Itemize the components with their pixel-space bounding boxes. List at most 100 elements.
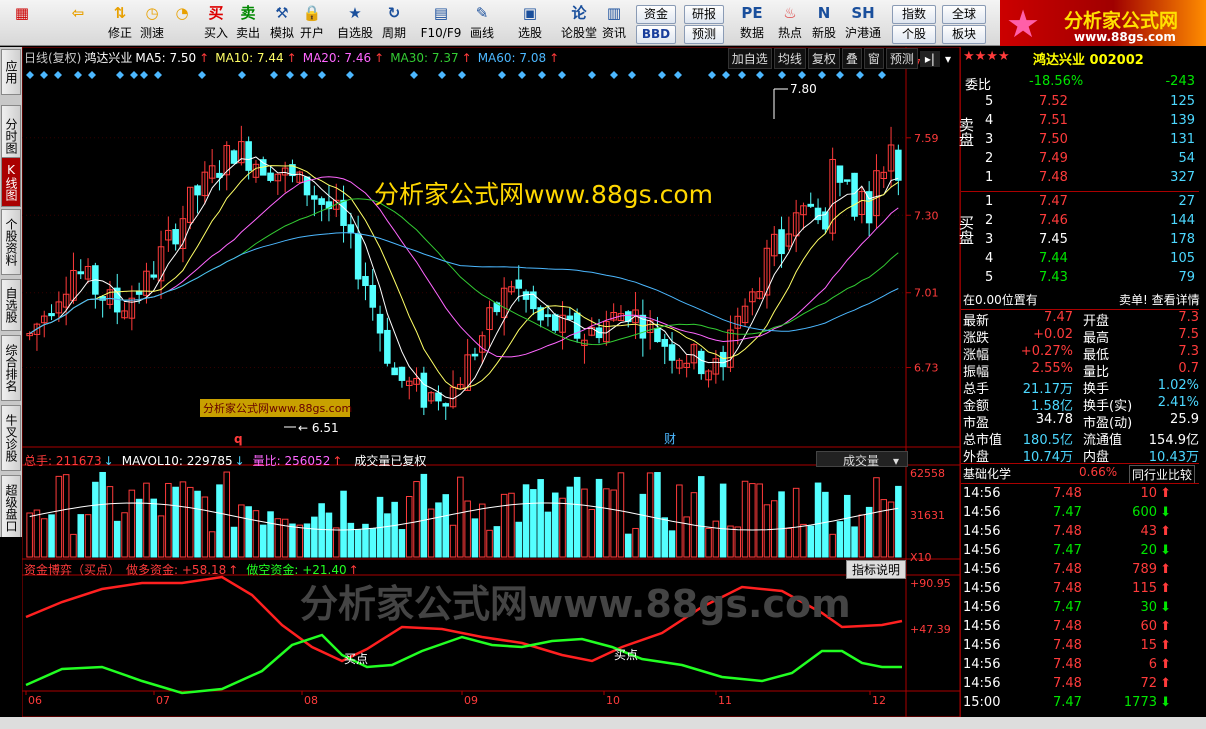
left-tab[interactable]: 应用: [1, 49, 21, 95]
toolbar-small-button[interactable]: 全球: [942, 5, 986, 24]
toolbar-button-label: 卖出: [235, 26, 260, 40]
toolbar-button-hammer[interactable]: ⚒ 模拟: [266, 2, 298, 44]
volume-axis-label: 62558: [910, 467, 945, 480]
screen-icon: ▣: [522, 4, 538, 22]
quote-row: 涨跌 +0.02 最高 7.5: [961, 327, 1199, 346]
tick-volume: 60: [1140, 619, 1157, 634]
toolbar-button-back-arrow[interactable]: ⇦: [62, 2, 94, 44]
toolbar-small-button[interactable]: 研报: [684, 5, 724, 24]
price-axis-label: 7.01: [914, 287, 939, 300]
volume-bar: [595, 478, 603, 558]
toolbar-button-label: 周期: [381, 26, 406, 40]
expand-icon[interactable]: ▸|: [919, 51, 940, 67]
candle-body: [778, 229, 785, 255]
toolbar-button-newstock[interactable]: N 新股: [808, 2, 840, 44]
tick-volume: 789: [1132, 562, 1157, 577]
tick-volume: 43: [1140, 524, 1157, 539]
same-sector-button[interactable]: 同行业比较: [1129, 465, 1196, 484]
toolbar-button-pen[interactable]: ✎ 画线: [466, 2, 498, 44]
up-arrow-icon: ⬆: [1160, 638, 1171, 653]
volume-bar: [92, 481, 99, 558]
price-axis-label: 6.73: [914, 362, 939, 375]
toolbar-small-button[interactable]: 指数: [892, 5, 936, 24]
toolbar-button-news[interactable]: ▥ 资讯: [598, 2, 630, 44]
logo-star-icon: ★: [1006, 2, 1041, 46]
toolbar-button-label: 热点: [777, 26, 802, 40]
kline-toolbar-button[interactable]: 加自选: [727, 48, 772, 69]
ask-price: 7.51: [1039, 113, 1068, 128]
toolbar-small-button[interactable]: BBD: [636, 25, 676, 44]
kline-header-buttons: 加自选 均线 复权叠窗预测 ▸| ▾: [726, 48, 956, 69]
toolbar-button-sell[interactable]: 卖卖出: [232, 2, 264, 44]
logo-title: 分析家公式网: [1064, 10, 1179, 32]
candle-body: [194, 185, 201, 196]
volume-bar: [347, 522, 355, 558]
kline-toolbar-button[interactable]: 窗: [863, 48, 884, 69]
dropdown-arrow-icon[interactable]: ▾: [940, 51, 956, 67]
left-tab[interactable]: K线图: [1, 157, 21, 207]
buy-point-label: 买点: [344, 652, 368, 666]
quote-row: 振幅 2.55% 量比 0.7: [961, 361, 1199, 380]
toolbar-button-star-folder[interactable]: ★ 自选股: [334, 2, 376, 44]
candle-body: [843, 179, 851, 182]
candle-body: [398, 366, 406, 381]
volume-bar: [48, 514, 55, 558]
toolbar-small-button[interactable]: 板块: [942, 25, 986, 44]
ask-price: 7.49: [1039, 151, 1068, 166]
toolbar-button-pe[interactable]: PE 数据: [736, 2, 768, 44]
toolbar-button-lock[interactable]: 🔒 开户: [296, 2, 328, 44]
left-tab[interactable]: 牛叉诊股: [1, 405, 21, 471]
watermark-large: 分析家公式网www.88gs.com: [374, 180, 713, 209]
kline-toolbar-button[interactable]: 叠: [841, 48, 862, 69]
volume-bar: [537, 479, 544, 558]
left-tab[interactable]: 自选股: [1, 279, 21, 331]
quote-value: 1.02%: [1157, 378, 1199, 393]
volume-bar: [566, 486, 574, 558]
ask-row: 5 7.52 125: [961, 94, 1199, 112]
volume-bar: [843, 494, 851, 558]
volume-bar: [822, 491, 829, 558]
candle-body: [347, 224, 355, 234]
candle-body: [654, 327, 661, 343]
detail-link[interactable]: 卖单! 查看详情: [1119, 291, 1200, 308]
toolbar-button-label: F10/F9: [420, 26, 462, 40]
volume-total: 总手: 211673: [24, 454, 102, 468]
volume-indicator-dropdown[interactable]: 成交量 ▾: [816, 451, 908, 468]
kline-toolbar-button[interactable]: 均线: [773, 48, 806, 69]
tick-row: 14:56 7.48 43 ⬆: [961, 524, 1199, 542]
toolbar-button-cycle[interactable]: ↻ 周期: [378, 2, 410, 44]
toolbar-button-forum[interactable]: 论论股堂: [558, 2, 600, 44]
kline-toolbar-button[interactable]: 预测: [885, 48, 918, 69]
toolbar-button-label: 开户: [299, 26, 324, 40]
down-arrow-icon: ⬇: [1160, 600, 1171, 615]
left-tab[interactable]: 综合排名: [1, 335, 21, 401]
toolbar-button-clock2[interactable]: ◔: [166, 2, 198, 44]
toolbar-button-fire[interactable]: ♨ 热点: [774, 2, 806, 44]
toolbar-button-buy[interactable]: 买买入: [200, 2, 232, 44]
tick-price: 7.48: [1053, 562, 1082, 577]
toolbar-button-sse-hkex[interactable]: SH 沪港通: [842, 2, 884, 44]
volume-bar: [150, 498, 158, 558]
toolbar-small-button[interactable]: 个股: [892, 25, 936, 44]
quote-value: +0.02: [1033, 327, 1073, 342]
toolbar-button-up-down-arrows[interactable]: ⇅ 修正: [104, 2, 136, 44]
left-tab[interactable]: 超级盘口: [1, 475, 21, 541]
toolbar-small-button[interactable]: 资金: [636, 5, 676, 24]
volume-bar: [267, 511, 274, 558]
volume-bar: [697, 476, 705, 558]
volume-bar: [369, 528, 377, 558]
volume-bar: [398, 529, 406, 558]
left-tab[interactable]: 个股资料: [1, 209, 21, 275]
toolbar-small-button[interactable]: 预测: [684, 25, 724, 44]
toolbar-button-screen[interactable]: ▣ 选股: [514, 2, 546, 44]
toolbar-button-clock[interactable]: ◷ 测速: [136, 2, 168, 44]
tick-row: 14:56 7.47 600 ⬇: [961, 505, 1199, 523]
toolbar-button-f10[interactable]: ▤ F10/F9: [420, 2, 462, 44]
indicator-help-button[interactable]: 指标说明: [846, 560, 907, 579]
up-arrow-icon: ⬆: [1160, 619, 1171, 634]
cycle-icon: ↻: [387, 4, 401, 22]
kline-toolbar-button[interactable]: 复权: [807, 48, 840, 69]
volume-bar: [311, 516, 318, 558]
candle-body: [420, 372, 428, 408]
toolbar-button-home-grid[interactable]: ▦: [6, 2, 38, 44]
